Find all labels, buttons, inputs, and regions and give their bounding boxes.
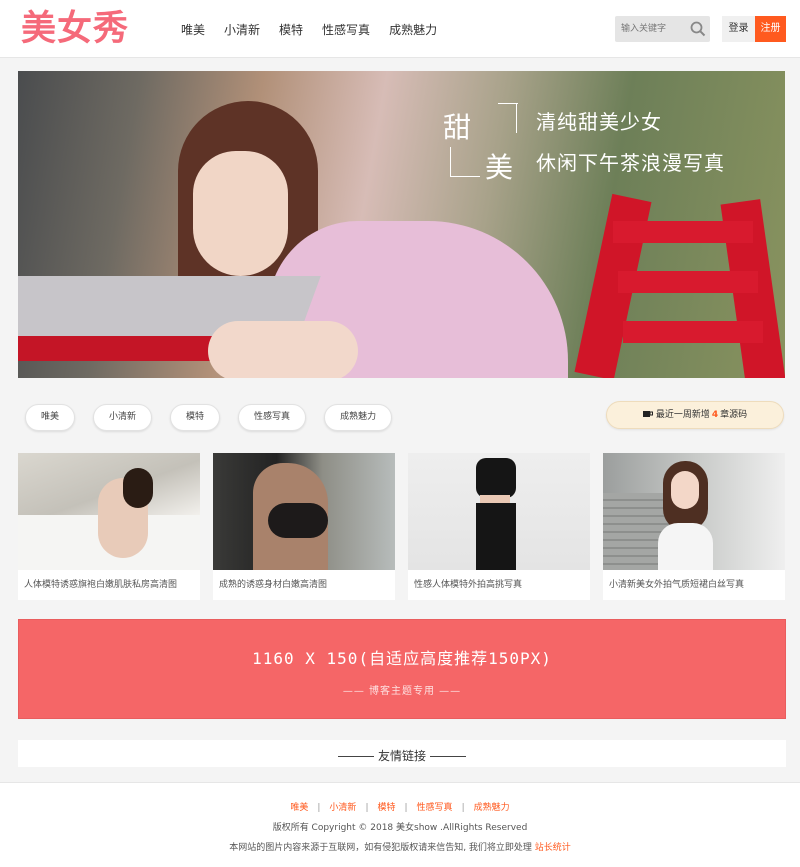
card-thumbnail[interactable] xyxy=(213,453,395,570)
tag-chengshu[interactable]: 成熟魅力 xyxy=(324,404,393,431)
banner-deco-line xyxy=(498,103,518,104)
photo-card[interactable]: 成熟的诱惑身材白嫩高清图 xyxy=(213,453,395,600)
site-header: 美女秀 唯美 小清新 模特 性感写真 成熟魅力 登录 注册 xyxy=(0,0,800,58)
card-thumbnail[interactable] xyxy=(603,453,785,570)
notice-suffix: 章源码 xyxy=(720,410,748,420)
card-caption[interactable]: 小清新美女外拍气质短裙白丝写真 xyxy=(603,570,785,600)
footer-link-xiaoqingxin[interactable]: 小清新 xyxy=(329,803,356,813)
ad-placeholder[interactable]: 1160 X 150(自适应高度推荐150PX) —— 博客主题专用 —— xyxy=(18,619,786,719)
tag-mote[interactable]: 模特 xyxy=(170,404,221,431)
footer-disclaimer: 本网站的图片内容来源于互联网，如有侵犯版权请来信告知, 我们将立即处理 站长统计 xyxy=(0,840,800,853)
login-button[interactable]: 登录 xyxy=(722,16,755,42)
search-box xyxy=(615,16,710,42)
photo-grid: 人体模特诱惑旗袍白嫩肌肤私房高清图 成熟的诱惑身材白嫩高清图 性感人体模特外拍高… xyxy=(18,453,786,600)
banner-deco-line xyxy=(516,103,517,133)
site-logo[interactable]: 美女秀 xyxy=(21,10,129,48)
footer-stat-link[interactable]: 站长统计 xyxy=(535,843,571,853)
friend-links-section: 友情链接 xyxy=(18,740,786,767)
site-footer: 唯美 | 小清新 | 模特 | 性感写真 | 成熟魅力 版权所有 Copyright © 201… xyxy=(0,782,800,867)
footer-copyright: 版权所有 Copyright © 2018 美女show .AllRights … xyxy=(272,823,528,833)
photo-card[interactable]: 小清新美女外拍气质短裙白丝写真 xyxy=(603,453,785,600)
main-nav: 唯美 小清新 模特 性感写真 成熟魅力 xyxy=(181,0,456,58)
banner-photo-chair xyxy=(623,321,763,343)
footer-link-xinggan[interactable]: 性感写真 xyxy=(417,803,453,813)
nav-item-xinggan[interactable]: 性感写真 xyxy=(322,21,370,38)
banner-deco-line xyxy=(450,176,480,177)
banner-photo-chair xyxy=(618,271,758,293)
nav-item-chengshu[interactable]: 成熟魅力 xyxy=(389,21,437,38)
category-tags: 唯美 小清新 模特 性感写真 成熟魅力 xyxy=(25,404,410,432)
friend-links-title: 友情链接 xyxy=(377,749,426,763)
banner-photo-chair xyxy=(613,221,753,243)
card-caption[interactable]: 成熟的诱惑身材白嫩高清图 xyxy=(213,570,395,600)
footer-link-mote[interactable]: 模特 xyxy=(377,803,395,813)
card-caption[interactable]: 人体模特诱惑旗袍白嫩肌肤私房高清图 xyxy=(18,570,200,600)
weekly-update-notice[interactable]: 最近一周新增 4 章源码 xyxy=(606,401,784,429)
register-button[interactable]: 注册 xyxy=(755,16,786,42)
card-thumbnail[interactable] xyxy=(408,453,590,570)
ad-title: 1160 X 150(自适应高度推荐150PX) xyxy=(252,649,552,668)
card-thumbnail[interactable] xyxy=(18,453,200,570)
banner-big-char-2: 美 xyxy=(485,151,514,184)
divider-line xyxy=(430,756,466,757)
banner-photo-arms xyxy=(208,321,358,378)
banner-headline-2: 休闲下午茶浪漫写真 xyxy=(536,151,725,175)
footer-link-chengshu[interactable]: 成熟魅力 xyxy=(474,803,510,813)
coffee-cup-icon xyxy=(642,403,653,417)
footer-link-weimei[interactable]: 唯美 xyxy=(290,803,308,813)
notice-count: 4 xyxy=(711,410,719,420)
banner-big-char-1: 甜 xyxy=(443,111,472,144)
banner-deco-line xyxy=(450,147,451,177)
nav-item-weimei[interactable]: 唯美 xyxy=(181,21,205,38)
tag-xinggan[interactable]: 性感写真 xyxy=(238,404,307,431)
footer-nav: 唯美 | 小清新 | 模特 | 性感写真 | 成熟魅力 xyxy=(290,803,510,813)
footer-disclaimer-text: 本网站的图片内容来源于互联网，如有侵犯版权请来信告知, 我们将立即处理 xyxy=(229,843,532,853)
search-icon[interactable] xyxy=(689,20,707,38)
nav-item-mote[interactable]: 模特 xyxy=(279,21,303,38)
tag-weimei[interactable]: 唯美 xyxy=(25,404,76,431)
hero-banner[interactable]: 甜 美 清纯甜美少女 休闲下午茶浪漫写真 xyxy=(18,71,785,378)
photo-card[interactable]: 人体模特诱惑旗袍白嫩肌肤私房高清图 xyxy=(18,453,200,600)
banner-headline-1: 清纯甜美少女 xyxy=(536,110,662,134)
photo-card[interactable]: 性感人体模特外拍高挑写真 xyxy=(408,453,590,600)
tag-xiaoqingxin[interactable]: 小清新 xyxy=(93,404,153,431)
card-caption[interactable]: 性感人体模特外拍高挑写真 xyxy=(408,570,590,600)
ad-subtitle: —— 博客主题专用 —— xyxy=(342,686,462,697)
search-input[interactable] xyxy=(615,16,685,42)
notice-prefix: 最近一周新增 xyxy=(655,410,710,420)
banner-photo-face xyxy=(193,151,288,276)
nav-item-xiaoqingxin[interactable]: 小清新 xyxy=(224,21,260,38)
